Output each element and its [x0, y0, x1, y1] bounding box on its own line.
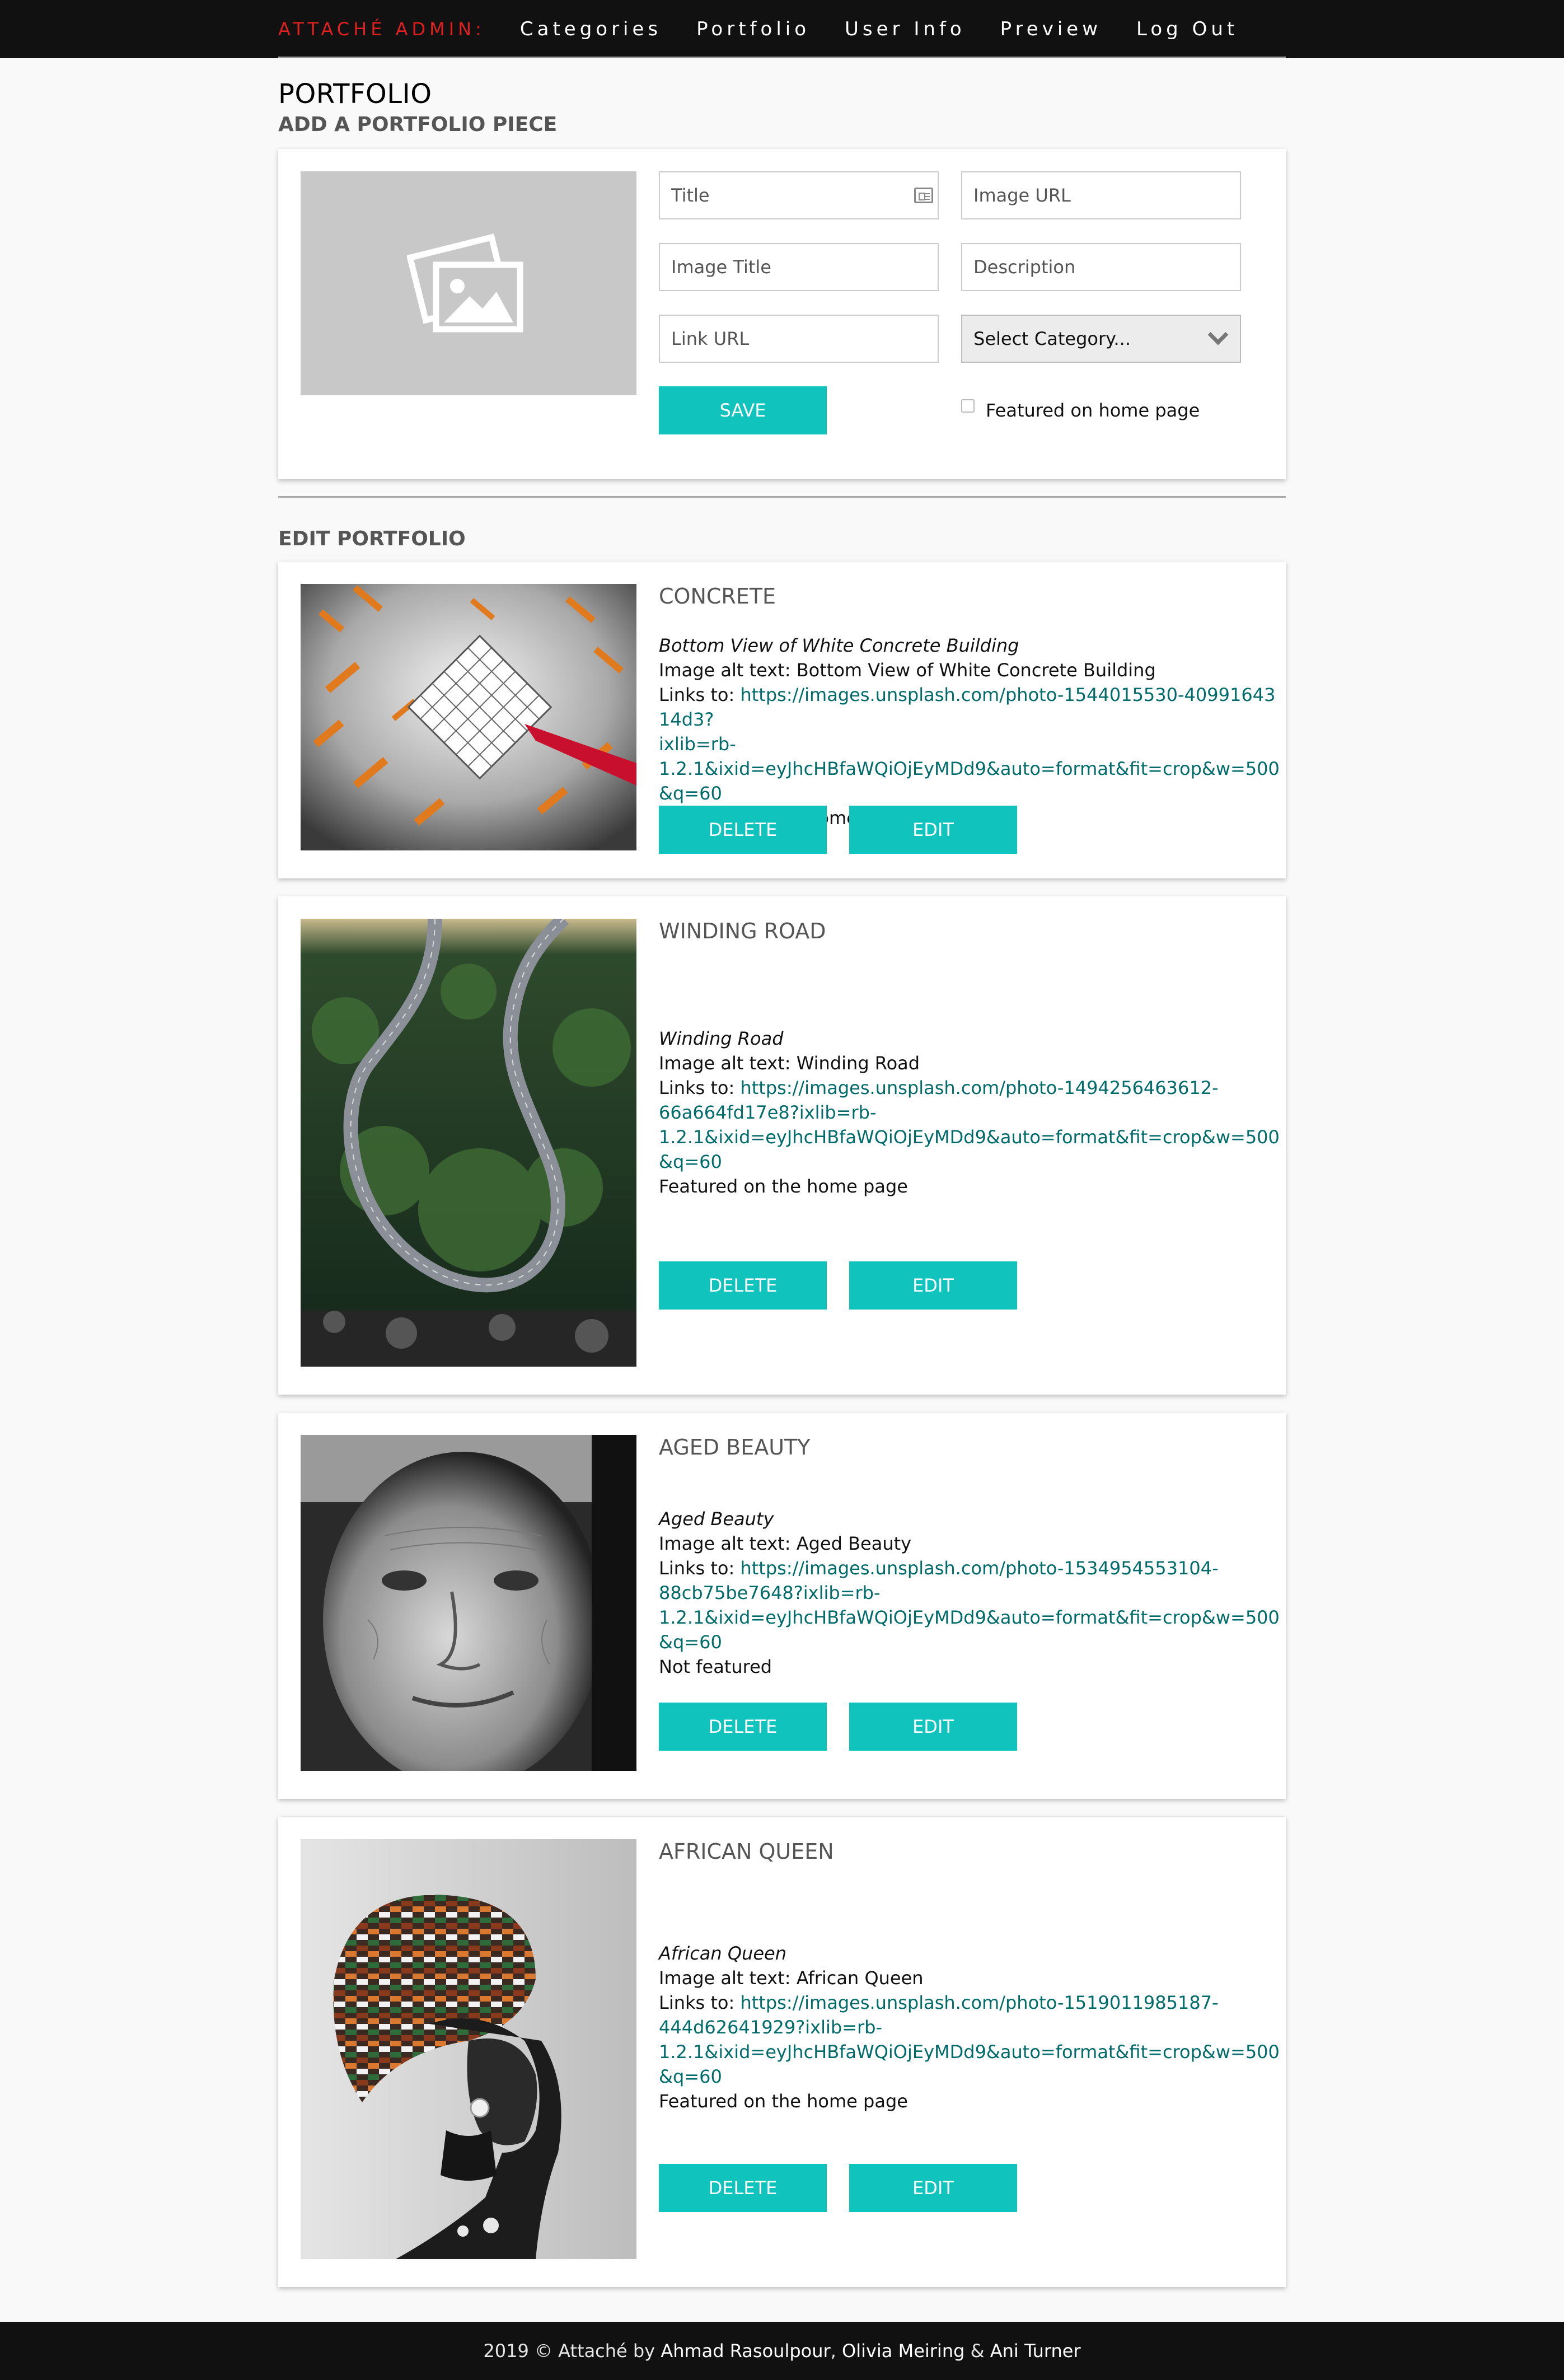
nav-link-portfolio[interactable]: Portfolio — [696, 18, 810, 40]
portfolio-item-title: AFRICAN QUEEN — [659, 1839, 834, 1864]
edit-button[interactable]: EDIT — [849, 1703, 1017, 1751]
portfolio-item-alt-row: Image alt text: Bottom View of White Con… — [659, 660, 1156, 681]
edit-button[interactable]: EDIT — [849, 2164, 1017, 2212]
portfolio-item-card: AGED BEAUTY Aged Beauty Image alt text: … — [278, 1413, 1286, 1799]
featured-checkbox-label: Featured on home page — [986, 400, 1200, 421]
portfolio-item-card: WINDING ROAD Winding Road Image alt text… — [278, 896, 1286, 1395]
portfolio-item-alt-text: African Queen — [796, 1967, 924, 1989]
description-input[interactable] — [961, 243, 1241, 291]
image-preview-placeholder — [301, 171, 636, 395]
portfolio-item-featured-status: Featured on the home page — [659, 2091, 908, 2112]
portfolio-item-link[interactable]: https://images.unsplash.com/photo-151901… — [659, 1992, 1280, 2087]
portfolio-item-alt-row: Image alt text: Winding Road — [659, 1053, 920, 1074]
portfolio-item-alt-text: Bottom View of White Concrete Building — [796, 660, 1156, 681]
portfolio-item-title: AGED BEAUTY — [659, 1435, 811, 1460]
delete-button[interactable]: DELETE — [659, 1703, 827, 1751]
image-url-input[interactable] — [961, 171, 1241, 219]
brand-logo: ATTACHÉ ADMIN: — [278, 18, 485, 40]
category-select[interactable]: Select Category... — [961, 315, 1241, 363]
chevron-down-icon — [1207, 324, 1229, 345]
edit-section-heading: EDIT PORTFOLIO — [278, 527, 466, 550]
featured-checkbox-row: Featured on home page — [961, 386, 1200, 434]
portfolio-item-link-row: Links to: https://images.unsplash.com/ph… — [659, 1558, 1280, 1653]
portfolio-item-details: Aged Beauty Image alt text: Aged Beauty … — [659, 1507, 1286, 1679]
portfolio-item-image-title: Winding Road — [659, 1028, 784, 1049]
portfolio-item-link-row: Links to: https://images.unsplash.com/ph… — [659, 1992, 1280, 2087]
portfolio-item-details: Bottom View of White Concrete Building I… — [659, 633, 1286, 830]
footer: 2019 © Attaché by Ahmad Rasoulpour , Oli… — [0, 2322, 1564, 2380]
footer-author-1: Ahmad Rasoulpour — [661, 2340, 831, 2362]
portfolio-item-image-title: Bottom View of White Concrete Building — [659, 635, 1019, 656]
portfolio-item-title: WINDING ROAD — [659, 919, 826, 943]
link-url-input[interactable] — [659, 315, 939, 363]
section-divider — [278, 496, 1286, 498]
title-input[interactable] — [659, 171, 939, 219]
portfolio-item-image — [301, 1839, 636, 2259]
save-button[interactable]: SAVE — [659, 386, 827, 434]
portfolio-item-image-title: Aged Beauty — [659, 1508, 774, 1530]
portfolio-item-image — [301, 919, 636, 1367]
portfolio-item-card: CONCRETE Bottom View of White Concrete B… — [278, 562, 1286, 878]
footer-copyright: 2019 © Attaché by — [483, 2340, 661, 2362]
portfolio-item-details: Winding Road Image alt text: Winding Roa… — [659, 1026, 1286, 1199]
footer-author-3: Ani Turner — [990, 2340, 1081, 2362]
page-title: PORTFOLIO — [278, 78, 432, 110]
portfolio-item-featured-status: Featured on the home page — [659, 1176, 908, 1197]
delete-button[interactable]: DELETE — [659, 806, 827, 854]
nav-divider — [278, 57, 1286, 58]
contact-card-icon — [914, 188, 933, 203]
nav-link-log-out[interactable]: Log Out — [1136, 18, 1238, 40]
add-section-heading: ADD A PORTFOLIO PIECE — [278, 113, 558, 136]
nav-link-preview[interactable]: Preview — [1000, 18, 1102, 40]
portfolio-item-image — [301, 1435, 636, 1771]
portfolio-item-alt-row: Image alt text: Aged Beauty — [659, 1533, 912, 1554]
delete-button[interactable]: DELETE — [659, 1261, 827, 1310]
featured-checkbox[interactable] — [961, 399, 975, 413]
portfolio-item-alt-row: Image alt text: African Queen — [659, 1967, 924, 1989]
portfolio-item-alt-text: Winding Road — [796, 1053, 920, 1074]
portfolio-item-alt-text: Aged Beauty — [796, 1533, 912, 1554]
edit-button[interactable]: EDIT — [849, 806, 1017, 854]
edit-button[interactable]: EDIT — [849, 1261, 1017, 1310]
portfolio-item-featured-status: Not featured — [659, 1656, 772, 1677]
portfolio-item-link-row: Links to: https://images.unsplash.com/ph… — [659, 1077, 1280, 1172]
nav-link-user-info[interactable]: User Info — [845, 18, 966, 40]
portfolio-item-link-row: Links to: https://images.unsplash.com/ph… — [659, 684, 1280, 804]
add-portfolio-form: Select Category... SAVE Featured on home… — [278, 149, 1286, 479]
nav-link-categories[interactable]: Categories — [520, 18, 662, 40]
portfolio-item-details: African Queen Image alt text: African Qu… — [659, 1941, 1286, 2114]
footer-author-2: Olivia Meiring — [842, 2340, 965, 2362]
image-title-input[interactable] — [659, 243, 939, 291]
category-select-value: Select Category... — [973, 328, 1131, 349]
top-nav: ATTACHÉ ADMIN: Categories Portfolio User… — [0, 0, 1564, 58]
portfolio-item-image — [301, 584, 636, 850]
portfolio-item-link[interactable]: https://images.unsplash.com/photo-149425… — [659, 1077, 1280, 1172]
image-placeholder-icon — [407, 233, 523, 333]
portfolio-item-link[interactable]: https://images.unsplash.com/photo-153495… — [659, 1558, 1280, 1653]
portfolio-item-image-title: African Queen — [659, 1943, 786, 1964]
delete-button[interactable]: DELETE — [659, 2164, 827, 2212]
nav-links: ATTACHÉ ADMIN: Categories Portfolio User… — [278, 0, 1286, 58]
portfolio-item-link[interactable]: https://images.unsplash.com/photo-154401… — [659, 684, 1280, 804]
portfolio-item-title: CONCRETE — [659, 584, 776, 609]
portfolio-item-card: AFRICAN QUEEN African Queen Image alt te… — [278, 1817, 1286, 2287]
